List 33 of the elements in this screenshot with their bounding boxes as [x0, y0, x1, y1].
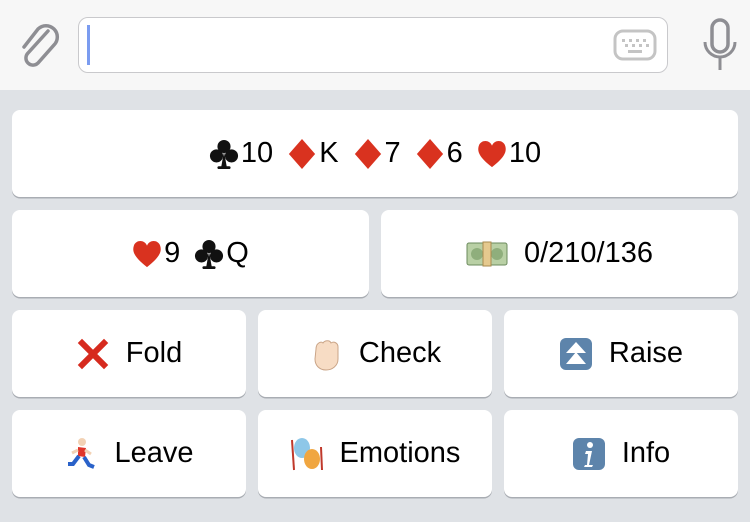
card-rank: 7 [384, 137, 401, 170]
microphone-icon[interactable] [702, 18, 738, 72]
button-label: Raise [608, 337, 684, 370]
card-rank: 10 [508, 137, 542, 170]
card-rank: Q [226, 237, 249, 270]
button-label: Check [358, 337, 442, 370]
emotions-button[interactable]: Emotions [258, 410, 492, 497]
button-label: Emotions [340, 437, 460, 470]
stack-button[interactable]: 0/210/136 [381, 210, 738, 297]
info-icon [572, 436, 606, 470]
button-label: 0/210/136 [524, 237, 653, 270]
fold-button[interactable]: Fold [12, 310, 246, 397]
text-cursor [87, 25, 90, 65]
card-rank: 6 [446, 137, 463, 170]
button-label: Fold [126, 337, 182, 370]
message-field[interactable] [78, 17, 668, 73]
cards-button[interactable]: 10 K 7 6 10 [12, 110, 738, 197]
raise-button[interactable]: Raise [504, 310, 738, 397]
button-label: Info [622, 437, 670, 470]
card-rank: 10 [240, 137, 274, 170]
diamond-icon [287, 136, 318, 170]
button-label: Leave [114, 437, 194, 470]
cards-button[interactable]: 9 Q [12, 210, 369, 297]
diamond-icon [352, 136, 383, 170]
check-button[interactable]: Check [258, 310, 492, 397]
diamond-icon [414, 136, 445, 170]
leave-button[interactable]: Leave [12, 410, 246, 497]
theater-masks-icon [290, 436, 324, 470]
info-button[interactable]: Info [504, 410, 738, 497]
card-rank: 9 [164, 237, 180, 270]
keyboard-icon[interactable] [613, 29, 657, 61]
cross-icon [76, 336, 110, 370]
card-rank: K [319, 137, 339, 170]
